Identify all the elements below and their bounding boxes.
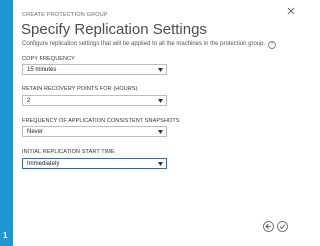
retain-recovery-points-value: 2 <box>27 98 31 104</box>
copy-frequency-select[interactable]: 15 minutes <box>22 64 167 75</box>
back-arrow-icon <box>265 223 271 230</box>
chevron-down-icon <box>158 99 163 103</box>
page-subtitle: Configure replication settings that will… <box>22 40 276 49</box>
chevron-down-icon <box>158 162 163 166</box>
checkmark-icon <box>279 224 286 230</box>
wizard-step-bar: 1 <box>0 0 13 246</box>
help-icon[interactable]: ? <box>267 41 276 49</box>
dialog-name: CREATE PROTECTION GROUP <box>22 12 108 18</box>
copy-frequency-value: 15 minutes <box>27 67 57 73</box>
complete-button[interactable] <box>277 221 288 232</box>
subtitle-text: Configure replication settings that will… <box>22 41 266 47</box>
retain-recovery-points-select[interactable]: 2 <box>22 95 167 106</box>
initial-replication-start-label: INITIAL REPLICATION START TIME <box>22 149 115 155</box>
initial-replication-start-value: Immediately <box>27 161 60 167</box>
chevron-down-icon <box>158 130 163 134</box>
copy-frequency-label: COPY FREQUENCY <box>22 56 75 62</box>
chevron-down-icon <box>158 68 163 72</box>
app-consistent-snapshots-select[interactable]: Never <box>22 126 167 137</box>
close-icon[interactable] <box>286 6 296 16</box>
page-title: Specify Replication Settings <box>21 21 207 38</box>
app-consistent-snapshots-value: Never <box>27 129 44 135</box>
retain-recovery-points-label: RETAIN RECOVERY POINTS FOR (HOURS) <box>22 86 138 92</box>
step-number: 1 <box>3 231 8 240</box>
back-button[interactable] <box>263 221 274 232</box>
initial-replication-start-select[interactable]: Immediately <box>22 158 167 169</box>
app-consistent-snapshots-label: FREQUENCY OF APPLICATION CONSISTENT SNAP… <box>22 118 180 124</box>
